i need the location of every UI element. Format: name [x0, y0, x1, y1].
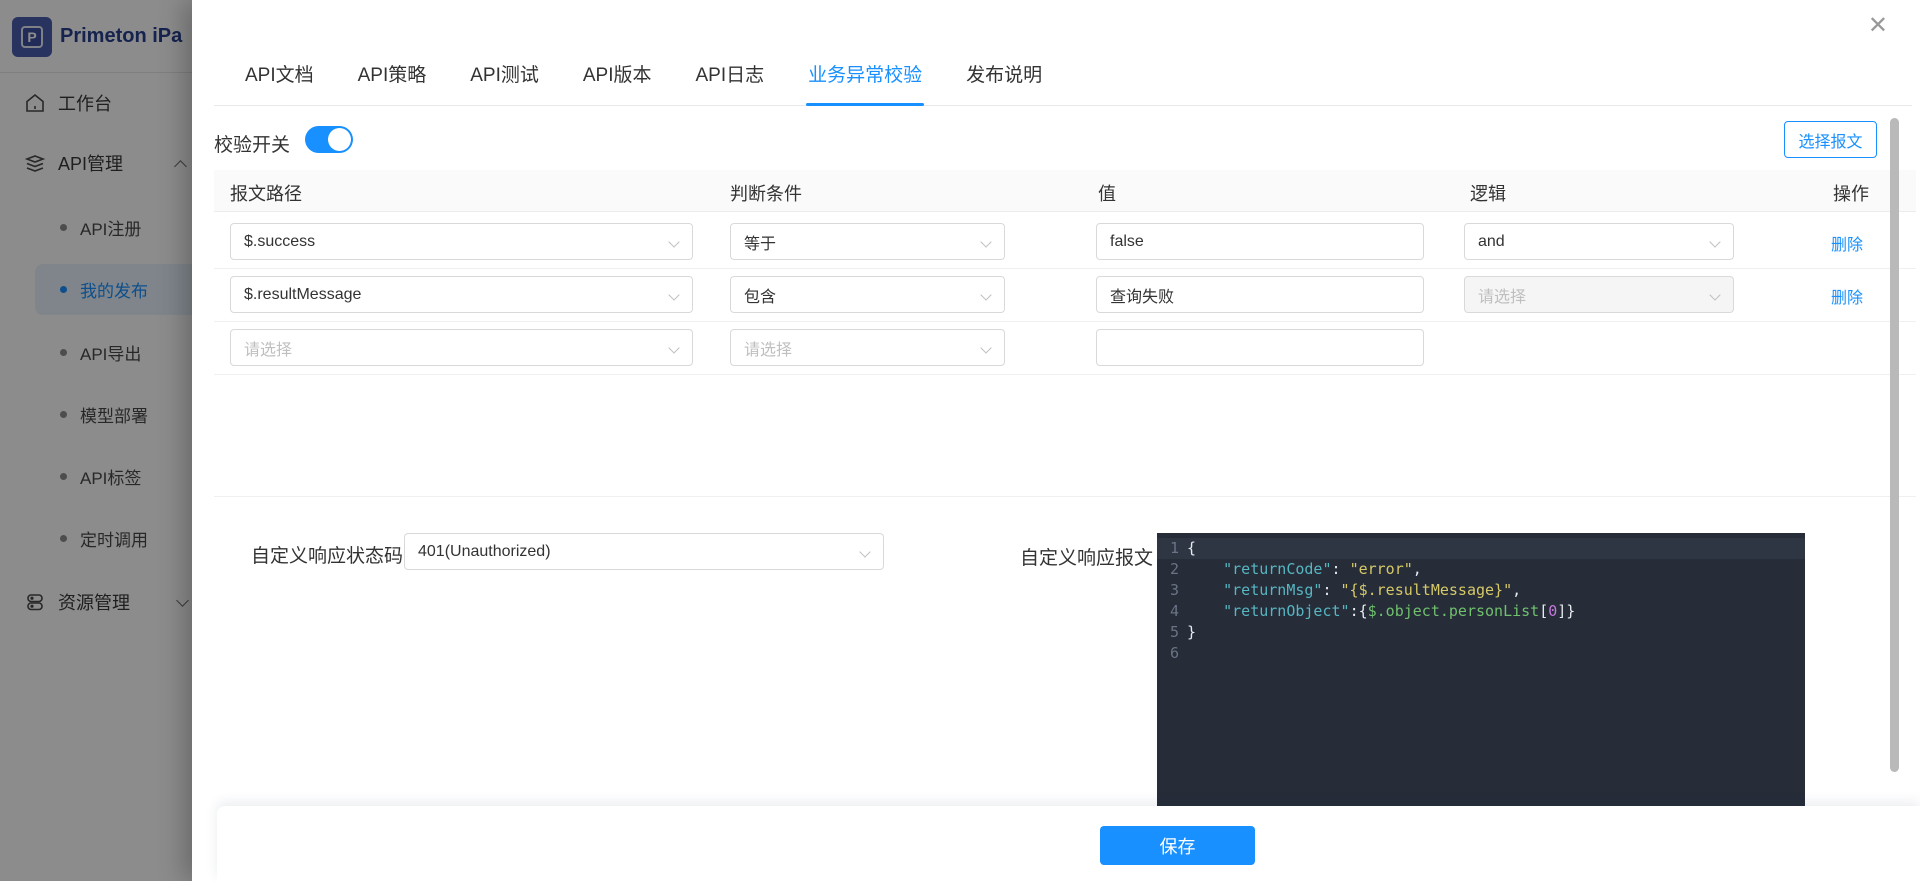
code-line: 5} [1157, 622, 1805, 643]
select-message-button[interactable]: 选择报文 [1784, 121, 1877, 158]
tab-business-exception-check[interactable]: 业务异常校验 [808, 42, 922, 106]
table-header-row: 报文路径 判断条件 值 逻辑 操作 [214, 170, 1916, 212]
path-select[interactable]: $.success [230, 223, 693, 260]
logic-select[interactable]: and [1464, 223, 1734, 260]
code-token [1187, 601, 1223, 622]
tab-release-notes[interactable]: 发布说明 [966, 42, 1042, 106]
col-header-action: 操作 [1833, 180, 1869, 206]
chevron-down-icon [859, 546, 870, 557]
code-line: 4 "returnObject":{$.object.personList[0]… [1157, 601, 1805, 622]
tab-bar: API文档 API策略 API测试 API版本 API日志 业务异常校验 发布说… [214, 42, 1912, 106]
code-token [1187, 559, 1223, 580]
path-select-value: $.resultMessage [244, 286, 361, 304]
tab-api-log[interactable]: API日志 [696, 42, 765, 106]
condition-select-value: 包含 [744, 283, 776, 307]
code-token: : [1332, 559, 1350, 580]
chevron-down-icon [668, 289, 679, 300]
row-divider [214, 321, 1916, 322]
code-token [1187, 580, 1223, 601]
vertical-scrollbar[interactable] [1890, 118, 1899, 772]
code-token: $.object.personList [1368, 601, 1540, 622]
condition-select[interactable]: 包含 [730, 276, 1005, 313]
app-root: P Primeton iPa 工作台 API管理 API注册 我的发布 [0, 0, 1920, 881]
condition-select[interactable]: 请选择 [730, 329, 1005, 366]
code-token: :{ [1350, 601, 1368, 622]
chevron-down-icon [668, 236, 679, 247]
chevron-down-icon [980, 236, 991, 247]
code-line: 3 "returnMsg": "{$.resultMessage}", [1157, 580, 1805, 601]
col-header-value: 值 [1098, 180, 1116, 206]
logic-select-disabled: 请选择 [1464, 276, 1734, 313]
delete-row-link[interactable]: 删除 [1831, 284, 1863, 308]
close-icon[interactable]: ✕ [1868, 14, 1888, 38]
footer-bar: 保存 [217, 806, 1920, 881]
line-number: 4 [1157, 601, 1187, 622]
chevron-down-icon [1709, 236, 1720, 247]
status-code-label: 自定义响应状态码 [251, 541, 403, 568]
code-token: "returnCode" [1223, 559, 1331, 580]
value-input[interactable] [1096, 329, 1424, 366]
code-line: 2 "returnCode": "error", [1157, 559, 1805, 580]
path-select[interactable]: $.resultMessage [230, 276, 693, 313]
path-select-placeholder: 请选择 [244, 336, 292, 360]
sidebar: P Primeton iPa 工作台 API管理 API注册 我的发布 [0, 0, 192, 881]
check-switch-toggle[interactable] [305, 126, 353, 153]
status-code-value: 401(Unauthorized) [418, 543, 551, 561]
line-number: 6 [1157, 643, 1187, 664]
code-token: "{$.resultMessage}" [1341, 580, 1513, 601]
chevron-down-icon [668, 342, 679, 353]
code-line: 1{ [1157, 538, 1805, 559]
col-header-logic: 逻辑 [1470, 180, 1506, 206]
chevron-down-icon [1709, 289, 1720, 300]
value-input[interactable] [1096, 223, 1424, 260]
code-token: { [1187, 538, 1196, 559]
col-header-message-path: 报文路径 [230, 180, 302, 206]
tab-api-test[interactable]: API测试 [470, 42, 539, 106]
row-divider [214, 268, 1916, 269]
tab-api-version[interactable]: API版本 [583, 42, 652, 106]
response-body-label: 自定义响应报文 [1020, 543, 1153, 570]
tab-api-policy[interactable]: API策略 [358, 42, 427, 106]
code-token: "returnMsg" [1223, 580, 1322, 601]
publish-detail-modal: ✕ API文档 API策略 API测试 API版本 API日志 业务异常校验 发… [192, 0, 1920, 881]
condition-select-placeholder: 请选择 [744, 336, 792, 360]
path-select-value: $.success [244, 233, 315, 251]
chevron-down-icon [980, 289, 991, 300]
condition-select[interactable]: 等于 [730, 223, 1005, 260]
line-number: 1 [1157, 538, 1187, 559]
col-header-condition: 判断条件 [730, 180, 802, 206]
save-button[interactable]: 保存 [1100, 826, 1255, 865]
condition-select-value: 等于 [744, 230, 776, 254]
code-token: } [1187, 622, 1196, 643]
row-divider [214, 374, 1916, 375]
code-token: 0 [1548, 601, 1557, 622]
code-token: , [1413, 559, 1422, 580]
code-token: "error" [1350, 559, 1413, 580]
code-token: "returnObject" [1223, 601, 1349, 622]
section-divider [214, 496, 1916, 497]
line-number: 3 [1157, 580, 1187, 601]
toggle-knob [328, 128, 351, 151]
value-input[interactable] [1096, 276, 1424, 313]
code-token: , [1512, 580, 1521, 601]
delete-row-link[interactable]: 删除 [1831, 231, 1863, 255]
logic-select-value: and [1478, 233, 1505, 251]
response-body-code-editor[interactable]: 1{ 2 "returnCode": "error", 3 "returnMsg… [1157, 533, 1805, 806]
path-select[interactable]: 请选择 [230, 329, 693, 366]
code-line: 6 [1157, 643, 1805, 664]
check-switch-label: 校验开关 [214, 130, 290, 157]
line-number: 5 [1157, 622, 1187, 643]
code-token: ]} [1557, 601, 1575, 622]
logic-select-placeholder: 请选择 [1478, 283, 1526, 307]
tab-api-docs[interactable]: API文档 [245, 42, 314, 106]
code-token: [ [1539, 601, 1548, 622]
chevron-down-icon [980, 342, 991, 353]
status-code-select[interactable]: 401(Unauthorized) [404, 533, 884, 570]
code-token: : [1322, 580, 1340, 601]
line-number: 2 [1157, 559, 1187, 580]
modal-backdrop [0, 0, 192, 881]
